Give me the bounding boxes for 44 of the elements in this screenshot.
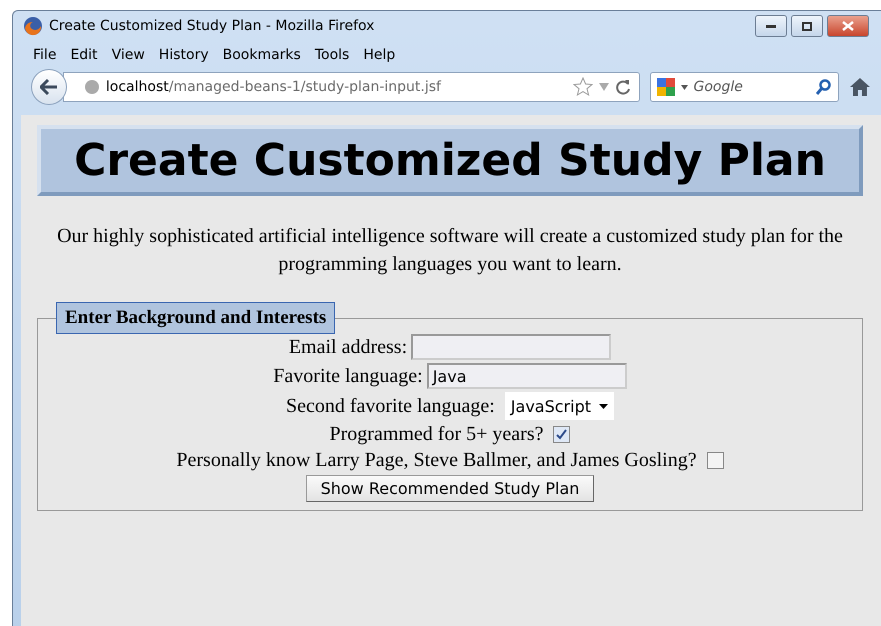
fieldset-legend: Enter Background and Interests (56, 302, 336, 334)
arrow-left-icon (40, 79, 58, 95)
caret-icon (599, 404, 608, 408)
dropdown-icon[interactable] (680, 84, 688, 90)
field-label: Email address: (288, 336, 408, 358)
text-field[interactable]: Java (426, 363, 627, 389)
checkbox[interactable] (553, 426, 570, 443)
intro-text: Our highly sophisticated artificial intelligence software will create a customized study plan for the programming languages you want to learn. (57, 224, 843, 277)
checkmark-icon (556, 429, 568, 440)
language-dropdown[interactable]: JavaScript (504, 392, 614, 420)
close-button[interactable] (827, 15, 869, 37)
field-label: Favorite language: (273, 364, 423, 388)
menu-item[interactable]: History (158, 47, 209, 63)
field-label: Second favorite language: (286, 394, 495, 418)
search-placeholder: Google (694, 79, 744, 95)
menu-item[interactable]: Edit (70, 47, 98, 63)
address-bar[interactable]: localhost/managed-beans-1/study-plan-input.jsf (62, 72, 640, 102)
search-icon[interactable] (816, 79, 832, 95)
maximize-icon (802, 22, 812, 30)
field-label: Personally know Larry Page, Steve Ballmer, and James Gosling? (176, 449, 697, 472)
maximize-button[interactable] (791, 15, 823, 37)
home-icon[interactable] (849, 77, 871, 97)
page-heading: Create Customized Study Plan (37, 125, 863, 196)
menu-item[interactable]: Bookmarks (222, 47, 301, 63)
search-engine-icon (656, 78, 674, 96)
menu-item[interactable]: View (112, 47, 145, 63)
field-label: Programmed for 5+ years? (330, 423, 544, 446)
url-host: localhost (106, 79, 169, 95)
minimize-button[interactable] (755, 15, 787, 37)
menu-item[interactable]: Help (363, 47, 396, 63)
url-path: /managed-beans-1/study-plan-input.jsf (168, 79, 442, 95)
close-icon (842, 21, 854, 31)
menu-item[interactable]: File (33, 47, 56, 63)
menu-item[interactable]: Tools (314, 47, 350, 63)
search-field[interactable]: Google (650, 72, 840, 102)
window-title: Create Customized Study Plan - Mozilla Firefox (49, 18, 376, 34)
reload-icon[interactable] (614, 79, 630, 95)
back-button[interactable] (31, 69, 67, 105)
submit-button[interactable]: Show Recommended Study Plan (306, 475, 594, 502)
minimize-icon (766, 24, 776, 28)
browser-logo-icon (23, 16, 43, 36)
globe-icon (84, 79, 100, 95)
star-icon[interactable] (572, 77, 592, 97)
checkbox[interactable] (706, 452, 724, 469)
